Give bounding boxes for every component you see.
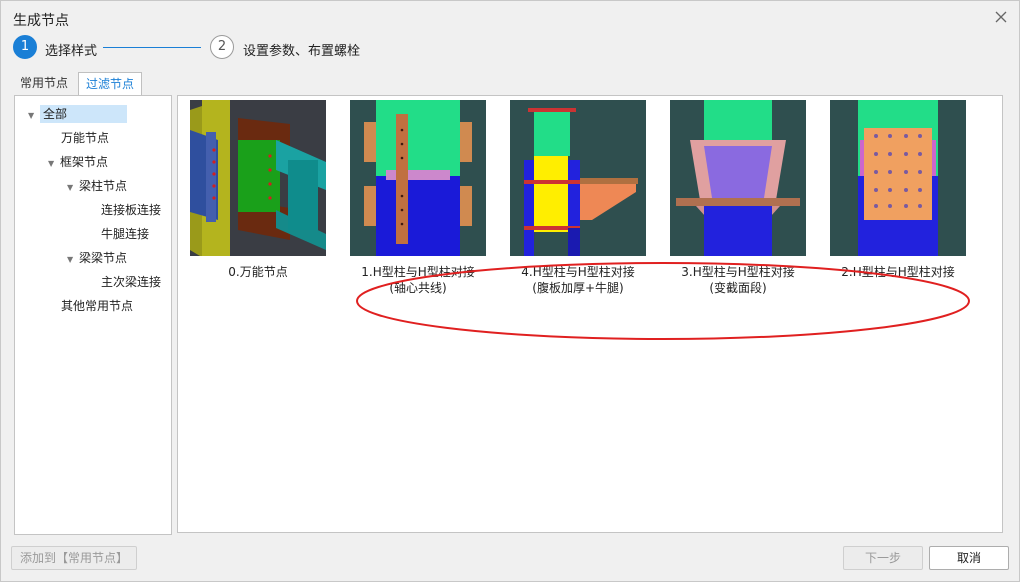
node-gallery: 0.万能节点 1.H型柱与H型柱对接 (轴心共线) 4.H型柱与H型柱对接 (腹… (177, 95, 1003, 533)
h-column-variable-section-thumbnail (670, 100, 806, 256)
tree-item-other-common[interactable]: 其他常用节点 (61, 296, 133, 316)
node-card-h-column-coaxial[interactable]: 1.H型柱与H型柱对接 (轴心共线) (350, 100, 486, 295)
tab-common-nodes[interactable]: 常用节点 (13, 72, 78, 95)
step-connector (103, 47, 201, 48)
tree-item-plate-connection[interactable]: 连接板连接 (101, 200, 161, 220)
cancel-button[interactable]: 取消 (929, 546, 1009, 570)
tree-item-label: 框架节点 (60, 155, 109, 169)
add-to-common-button[interactable]: 添加到【常用节点】 (11, 546, 137, 570)
tree-item-label: 主次梁连接 (101, 275, 162, 289)
tree-item-label: 全部 (40, 105, 128, 123)
tree-item-main-secondary-beam[interactable]: 主次梁连接 (101, 272, 161, 292)
tree-item-label: 梁柱节点 (79, 179, 128, 193)
step-1-circle: 1 (13, 35, 37, 59)
tree-item-label: 连接板连接 (101, 203, 162, 217)
expanded-arrow-icon[interactable]: ▼ (48, 154, 60, 174)
dialog-title: 生成节点 (13, 13, 69, 29)
close-icon[interactable] (993, 9, 1009, 25)
h-column-butt-joint-thumbnail (830, 100, 966, 256)
node-card-h-column-web-thickened[interactable]: 4.H型柱与H型柱对接 (腹板加厚+牛腿) (510, 100, 646, 295)
tree-item-label: 其他常用节点 (61, 299, 134, 313)
tree-item-universal[interactable]: 万能节点 (61, 128, 109, 148)
expanded-arrow-icon[interactable]: ▼ (67, 250, 79, 270)
step-1-label: 选择样式 (45, 44, 98, 59)
universal-node-thumbnail (190, 100, 326, 256)
node-card-h-column-variable-section[interactable]: 3.H型柱与H型柱对接 (变截面段) (670, 100, 806, 295)
expanded-arrow-icon[interactable]: ▼ (28, 106, 40, 126)
tab-filter-nodes[interactable]: 过滤节点 (78, 72, 142, 97)
h-column-coaxial-thumbnail (350, 100, 486, 256)
node-card-label-line1: 2.H型柱与H型柱对接 (841, 265, 955, 279)
node-card-universal[interactable]: 0.万能节点 (190, 100, 326, 279)
tree-item-frame[interactable]: ▼ 框架节点 (48, 152, 108, 172)
next-step-button[interactable]: 下一步 (843, 546, 923, 570)
node-card-h-column-butt-joint[interactable]: 2.H型柱与H型柱对接 (830, 100, 966, 279)
tree-item-beam-column[interactable]: ▼ 梁柱节点 (67, 176, 127, 196)
node-category-tree: ▼ 全部 万能节点 ▼ 框架节点 ▼ 梁柱节点 连接板连接 牛腿连接 ▼ 梁梁节点 主次… (14, 95, 172, 535)
tree-item-label: 梁梁节点 (79, 251, 128, 265)
tree-item-label: 牛腿连接 (101, 227, 150, 241)
tree-item-label: 万能节点 (61, 131, 110, 145)
node-card-label: 2.H型柱与H型柱对接 (800, 264, 996, 280)
step-2-circle: 2 (210, 35, 234, 59)
tree-item-all[interactable]: ▼ 全部 (28, 104, 128, 126)
tree-item-beam-beam[interactable]: ▼ 梁梁节点 (67, 248, 127, 268)
tree-item-bracket-connection[interactable]: 牛腿连接 (101, 224, 149, 244)
step-2-label: 设置参数、布置螺栓 (243, 44, 361, 59)
node-card-label-line2: (变截面段) (709, 281, 767, 295)
expanded-arrow-icon[interactable]: ▼ (67, 178, 79, 198)
h-column-web-thickened-thumbnail (510, 100, 646, 256)
